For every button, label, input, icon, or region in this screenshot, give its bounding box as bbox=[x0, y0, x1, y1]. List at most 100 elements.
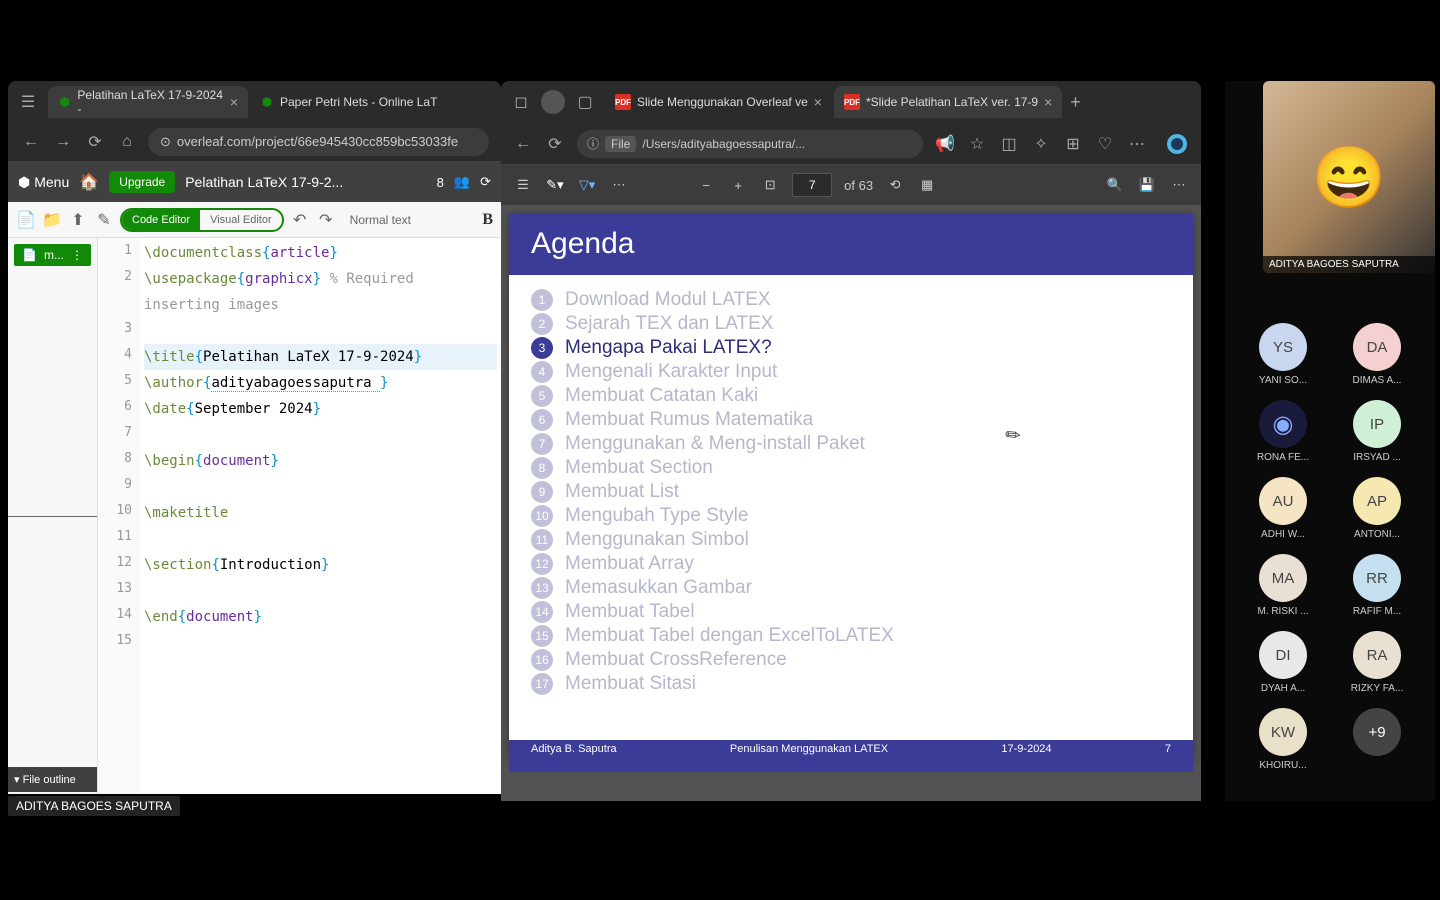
heart-icon[interactable]: ♡ bbox=[1095, 134, 1115, 154]
profile-avatar[interactable] bbox=[541, 90, 565, 114]
overleaf-logo-icon[interactable]: ⬢ Menu bbox=[18, 174, 69, 191]
participant[interactable]: DADIMAS A... bbox=[1339, 323, 1415, 386]
agenda-item: 17Membuat Sitasi bbox=[531, 673, 1171, 695]
file-panel: 📄m...⋮ ▾ File outline Introd... bbox=[8, 238, 98, 794]
url-text: overleaf.com/project/66e945430cc859bc530… bbox=[177, 134, 458, 149]
agenda-item: 6Membuat Rumus Matematika bbox=[531, 409, 1171, 431]
window-close-icon[interactable]: ◻ bbox=[509, 90, 533, 114]
url-input[interactable]: ⓘ File /Users/adityabagoessaputra/... bbox=[577, 130, 923, 158]
users-count: 8 bbox=[437, 175, 444, 190]
agenda-item: 7Menggunakan & Meng-install Paket bbox=[531, 433, 1171, 455]
presenter-video[interactable]: 😄 ADITYA BAGOES SAPUTRA bbox=[1263, 81, 1435, 273]
code-editor[interactable]: \documentclass{article} \usepackage{grap… bbox=[140, 238, 501, 794]
code-editor-tab[interactable]: Code Editor bbox=[122, 210, 200, 230]
undo-icon[interactable]: ↶ bbox=[290, 210, 310, 230]
users-icon[interactable]: 👥 bbox=[454, 174, 470, 190]
tab-label: Paper Petri Nets - Online LaT bbox=[280, 95, 437, 109]
editor-mode-toggle[interactable]: Code Editor Visual Editor bbox=[120, 208, 284, 232]
participant[interactable]: DIDYAH A... bbox=[1245, 631, 1321, 694]
extensions-icon[interactable]: ⊞ bbox=[1063, 134, 1083, 154]
agenda-item: 16Membuat CrossReference bbox=[531, 649, 1171, 671]
file-icon: ⓘ bbox=[587, 135, 599, 152]
overleaf-subbar: 📄 📁 ⬆ ✎ Code Editor Visual Editor ↶ ↷ No… bbox=[8, 202, 501, 238]
home-icon[interactable]: ⌂ bbox=[116, 131, 138, 153]
zoom-out-icon[interactable]: − bbox=[696, 178, 716, 193]
fit-icon[interactable]: ⊡ bbox=[760, 177, 780, 193]
more-icon[interactable]: ⋯ bbox=[1169, 177, 1189, 193]
pdf-viewport[interactable]: Agenda 1Download Modul LATEX2Sejarah TEX… bbox=[501, 205, 1201, 801]
browser-urlbar: ← → ⟳ ⌂ ⊙ overleaf.com/project/66e945430… bbox=[8, 122, 501, 162]
workspace-icon[interactable]: ▢ bbox=[573, 90, 597, 114]
slide-footer: Aditya B. Saputra Penulisan Menggunakan … bbox=[509, 740, 1193, 758]
collections-icon[interactable]: ✧ bbox=[1031, 134, 1051, 154]
close-icon[interactable]: × bbox=[230, 94, 238, 110]
participant[interactable]: APANTONI... bbox=[1339, 477, 1415, 540]
view-icon[interactable]: ▦ bbox=[917, 177, 937, 193]
footer-date: 17-9-2024 bbox=[1001, 743, 1051, 755]
rename-icon[interactable]: ✎ bbox=[94, 210, 114, 230]
participant[interactable]: IPIRSYAD ... bbox=[1339, 400, 1415, 463]
history-icon[interactable]: ⟳ bbox=[480, 174, 491, 190]
back-icon[interactable]: ← bbox=[513, 135, 533, 153]
erase-icon[interactable]: ⋯ bbox=[609, 177, 629, 193]
section-dropdown[interactable]: Normal text bbox=[342, 213, 419, 227]
zoom-in-icon[interactable]: + bbox=[728, 178, 748, 193]
redo-icon[interactable]: ↷ bbox=[316, 210, 336, 230]
home-icon[interactable]: 🏠 bbox=[79, 172, 99, 192]
split-icon[interactable]: ◫ bbox=[999, 134, 1019, 154]
more-icon[interactable]: ⋯ bbox=[1127, 134, 1147, 154]
outline-item[interactable]: Introd... bbox=[8, 792, 97, 794]
forward-icon[interactable]: → bbox=[52, 131, 74, 153]
agenda-item: 8Membuat Section bbox=[531, 457, 1171, 479]
visual-editor-tab[interactable]: Visual Editor bbox=[200, 210, 282, 230]
participant[interactable]: RRRAFIF M... bbox=[1339, 554, 1415, 617]
back-icon[interactable]: ← bbox=[20, 131, 42, 153]
file-item-main[interactable]: 📄m...⋮ bbox=[14, 244, 91, 266]
edge-tab-1[interactable]: PDF Slide Menggunakan Overleaf ve × bbox=[605, 86, 832, 118]
new-file-icon[interactable]: 📄 bbox=[16, 210, 36, 230]
new-tab-button[interactable]: + bbox=[1070, 92, 1081, 113]
bold-button[interactable]: B bbox=[482, 211, 493, 229]
url-type-badge: File bbox=[605, 136, 636, 152]
pdf-icon: PDF bbox=[844, 94, 860, 110]
participant[interactable]: MAM. RISKI ... bbox=[1245, 554, 1321, 617]
close-icon[interactable]: × bbox=[1044, 94, 1052, 110]
agenda-item: 11Menggunakan Simbol bbox=[531, 529, 1171, 551]
page-input[interactable]: 7 bbox=[792, 173, 832, 197]
audio-icon[interactable]: 📢 bbox=[935, 134, 955, 154]
url-input[interactable]: ⊙ overleaf.com/project/66e945430cc859bc5… bbox=[148, 128, 489, 156]
tab-label: *Slide Pelatihan LaTeX ver. 17-9 bbox=[866, 95, 1038, 109]
overleaf-body: 📄m...⋮ ▾ File outline Introd... 12345678… bbox=[8, 238, 501, 794]
file-outline-header[interactable]: ▾ File outline bbox=[8, 767, 97, 792]
draw-icon[interactable]: ✎▾ bbox=[545, 177, 565, 193]
participant[interactable]: YSYANI SO... bbox=[1245, 323, 1321, 386]
upload-icon[interactable]: ⬆ bbox=[68, 210, 88, 230]
rotate-icon[interactable]: ⟲ bbox=[885, 177, 905, 193]
edge-tab-2[interactable]: PDF *Slide Pelatihan LaTeX ver. 17-9 × bbox=[834, 86, 1062, 118]
window-sidebar-icon[interactable]: ☰ bbox=[16, 90, 40, 114]
participant[interactable]: AUADHI W... bbox=[1245, 477, 1321, 540]
folder-icon[interactable]: 📁 bbox=[42, 210, 62, 230]
copilot-icon[interactable] bbox=[1165, 132, 1189, 156]
highlight-icon[interactable]: ▽▾ bbox=[577, 177, 597, 193]
save-icon[interactable]: 💾 bbox=[1137, 177, 1157, 193]
overleaf-window: ☰ ⬢ Pelatihan LaTeX 17-9-2024 - × ⬢ Pape… bbox=[8, 81, 501, 794]
participant[interactable]: +9 bbox=[1339, 708, 1415, 771]
participant[interactable]: ◉RONA FE... bbox=[1245, 400, 1321, 463]
edge-tab-strip: ◻ ▢ PDF Slide Menggunakan Overleaf ve × … bbox=[501, 81, 1201, 123]
search-icon[interactable]: 🔍 bbox=[1105, 177, 1125, 193]
tab-label: Slide Menggunakan Overleaf ve bbox=[637, 95, 808, 109]
reload-icon[interactable]: ⟳ bbox=[545, 134, 565, 154]
edge-pdf-window: ◻ ▢ PDF Slide Menggunakan Overleaf ve × … bbox=[501, 81, 1201, 801]
reload-icon[interactable]: ⟳ bbox=[84, 131, 106, 153]
agenda-item: 13Memasukkan Gambar bbox=[531, 577, 1171, 599]
browser-tab-2[interactable]: ⬢ Paper Petri Nets - Online LaT bbox=[250, 86, 447, 118]
participant[interactable]: KWKHOIRU... bbox=[1245, 708, 1321, 771]
close-icon[interactable]: × bbox=[814, 94, 822, 110]
browser-tab-1[interactable]: ⬢ Pelatihan LaTeX 17-9-2024 - × bbox=[48, 86, 248, 118]
upgrade-button[interactable]: Upgrade bbox=[109, 171, 175, 193]
favorite-icon[interactable]: ☆ bbox=[967, 134, 987, 154]
project-name[interactable]: Pelatihan LaTeX 17-9-2... bbox=[185, 174, 343, 190]
participant[interactable]: RARIZKY FA... bbox=[1339, 631, 1415, 694]
sidebar-toggle-icon[interactable]: ☰ bbox=[513, 177, 533, 193]
